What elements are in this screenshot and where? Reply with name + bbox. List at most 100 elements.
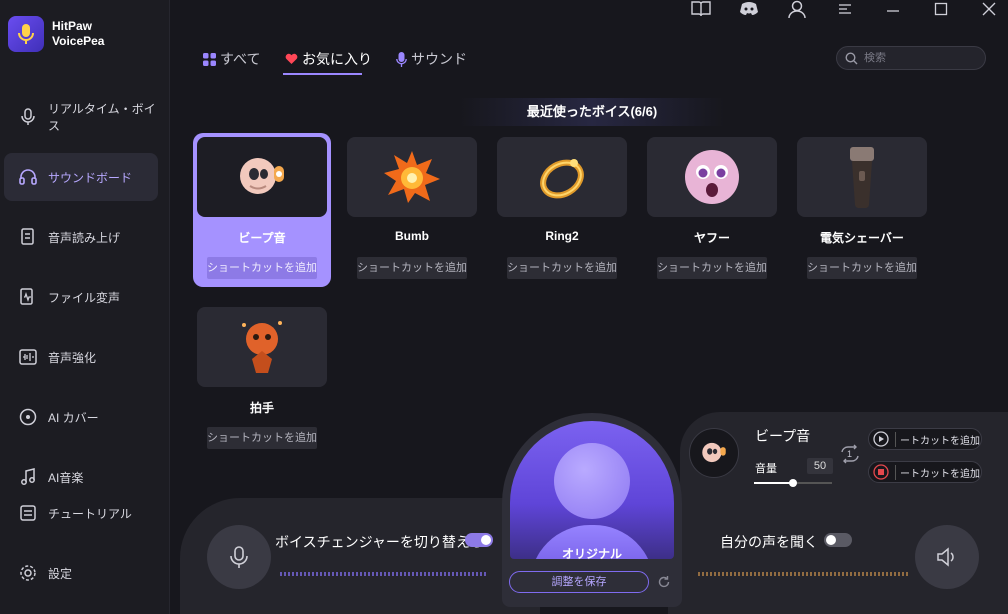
sound-card-ring2[interactable]: Ring2 ショートカットを追加 — [497, 137, 635, 291]
card-name: Bumb — [395, 229, 429, 243]
robot-head-icon — [702, 442, 726, 463]
sidebar-item-enhance[interactable]: 音声強化 — [4, 333, 158, 381]
sidebar-item-label: 設定 — [48, 566, 73, 581]
voice-changer-label: ボイスチェンジャーを切り替える — [275, 534, 484, 550]
document-voice-icon — [21, 228, 34, 245]
maximize-icon[interactable] — [930, 0, 952, 18]
sidebar-item-ai-cover[interactable]: AI カバー — [4, 393, 158, 441]
sidebar-item-label: サウンドボード — [48, 170, 133, 185]
play-shortcut-label: ートカットを追加 — [895, 431, 980, 447]
sidebar-item-file-voice[interactable]: ファイル変声 — [4, 273, 158, 321]
card-thumbnail — [647, 137, 777, 217]
volume-slider-knob[interactable] — [789, 479, 797, 487]
sidebar-item-label: ファイル変声 — [48, 290, 121, 305]
add-shortcut-button[interactable]: ショートカットを追加 — [207, 257, 317, 279]
search-box[interactable] — [836, 46, 986, 70]
card-name: ヤフー — [693, 231, 730, 245]
enhance-icon — [19, 349, 37, 365]
voice-avatar: オリジナル — [510, 421, 674, 559]
toggle-knob — [826, 535, 836, 545]
sidebar-item-label: リアルタイム・ボイス — [48, 102, 156, 133]
card-name: Ring2 — [545, 229, 579, 243]
tab-favorites[interactable]: お気に入り — [285, 49, 372, 69]
sidebar-item-settings[interactable]: 設定 — [4, 549, 158, 597]
voice-name: オリジナル — [561, 547, 622, 559]
search-input[interactable] — [864, 52, 974, 64]
microphone-button[interactable] — [207, 525, 271, 589]
reset-icon[interactable] — [657, 575, 671, 589]
sound-card-beep[interactable]: ビープ音 ショートカットを追加 — [193, 133, 335, 291]
robot-head-icon — [240, 158, 284, 194]
sound-card-applause[interactable]: 拍手 ショートカットを追加 — [197, 307, 335, 461]
sound-card-bumb[interactable]: Bumb ショートカットを追加 — [347, 137, 485, 291]
player-sound-name: ビープ音 — [755, 428, 811, 444]
sound-card-shaver[interactable]: 電気シェーバー ショートカットを追加 — [797, 137, 935, 291]
stop-shortcut-button[interactable]: ートカットを追加 — [868, 461, 982, 483]
explosion-icon — [384, 151, 440, 203]
voice-preview-panel: オリジナル 調整を保存 — [502, 413, 682, 607]
tab-sound[interactable]: サウンド — [396, 49, 467, 69]
headphones-icon — [19, 169, 37, 185]
card-name: 拍手 — [249, 401, 274, 415]
speaker-button[interactable] — [915, 525, 979, 589]
discord-icon[interactable] — [738, 0, 760, 18]
player-thumbnail — [689, 428, 739, 478]
volume-label: 音量 — [755, 463, 777, 475]
add-shortcut-button[interactable]: ショートカットを追加 — [807, 257, 917, 279]
output-waveform — [698, 572, 908, 576]
guide-book-icon[interactable] — [690, 0, 712, 18]
grid-icon — [203, 52, 216, 66]
volume-value[interactable]: 50 — [807, 458, 833, 474]
active-tab-indicator — [283, 73, 362, 75]
add-shortcut-button[interactable]: ショートカットを追加 — [207, 427, 317, 449]
add-shortcut-button[interactable]: ショートカットを追加 — [507, 257, 617, 279]
card-thumbnail — [347, 137, 477, 217]
card-thumbnail — [197, 307, 327, 387]
card-thumbnail — [497, 137, 627, 217]
shaver-icon — [850, 147, 874, 209]
speaker-icon — [937, 547, 954, 567]
stop-shortcut-label: ートカットを追加 — [895, 464, 980, 480]
sidebar-item-label: 音声強化 — [48, 350, 97, 365]
play-shortcut-button[interactable]: ートカットを追加 — [868, 428, 982, 450]
add-shortcut-button[interactable]: ショートカットを追加 — [357, 257, 467, 279]
sidebar-item-label: AI音楽 — [48, 470, 84, 485]
heart-icon — [285, 53, 298, 64]
app-name-line2: VoicePea — [52, 34, 105, 48]
disc-icon — [19, 408, 37, 426]
avatar-orb — [554, 443, 630, 519]
add-shortcut-button[interactable]: ショートカットを追加 — [657, 257, 767, 279]
sidebar-item-tutorial[interactable]: チュートリアル — [4, 489, 158, 537]
sidebar-item-soundboard[interactable]: サウンドボード — [4, 153, 158, 201]
user-icon[interactable] — [786, 0, 808, 18]
toggle-knob — [481, 535, 491, 545]
hear-self-label: 自分の声を聞く — [720, 534, 818, 550]
menu-icon[interactable] — [834, 0, 856, 18]
minimize-icon[interactable] — [882, 0, 904, 18]
sidebar-item-label: AI カバー — [48, 410, 99, 425]
tab-all[interactable]: すべて — [203, 49, 260, 69]
app-window: HitPaw VoicePea リアルタイム・ボイス サウンドボード 音声読み上… — [0, 0, 1008, 614]
mic-wave-icon — [21, 108, 35, 125]
sound-card-yahoo[interactable]: ヤフー ショートカットを追加 — [647, 137, 785, 291]
sidebar-item-tts[interactable]: 音声読み上げ — [4, 213, 158, 261]
file-wave-icon — [20, 288, 33, 305]
tab-label: サウンド — [411, 51, 467, 67]
card-name: ビープ音 — [238, 231, 286, 245]
tab-label: お気に入り — [302, 51, 372, 67]
mic-icon — [396, 51, 407, 67]
stop-icon — [873, 464, 889, 480]
music-note-icon — [21, 468, 35, 485]
sidebar: HitPaw VoicePea リアルタイム・ボイス サウンドボード 音声読み上… — [0, 0, 170, 614]
sidebar-item-realtime-voice[interactable]: リアルタイム・ボイス — [4, 93, 158, 141]
close-icon[interactable] — [978, 0, 1000, 18]
loop-button[interactable]: 1 — [838, 444, 862, 464]
input-waveform — [280, 572, 486, 576]
voice-changer-toggle[interactable] — [465, 533, 493, 547]
surprised-face-icon — [685, 150, 739, 204]
hear-self-toggle[interactable] — [824, 533, 852, 547]
card-thumbnail — [797, 137, 927, 217]
save-adjustments-button[interactable]: 調整を保存 — [509, 571, 649, 593]
volume-slider[interactable] — [754, 479, 832, 487]
microphone-icon — [230, 546, 248, 568]
